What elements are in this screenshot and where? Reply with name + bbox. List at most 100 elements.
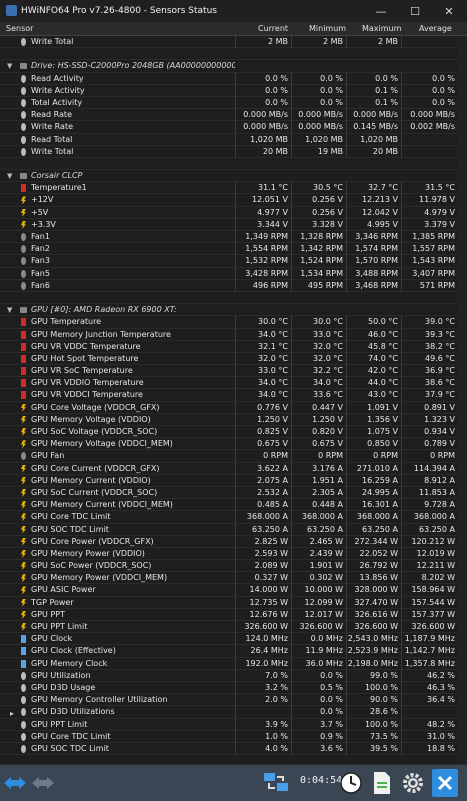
sensor-name: GPU Memory Power (VDDCI_MEM) [31,573,168,583]
minimize-button[interactable]: — [364,0,398,22]
average-value: 63.250 A [401,523,458,536]
sensor-row[interactable]: Read Total 1,020 MB 1,020 MB 1,020 MB [0,133,458,146]
sensor-row[interactable]: GPU Memory Power (VDDIO) 2.593 W 2.439 W 22… [0,547,458,561]
sensor-row[interactable]: GPU ASIC Power 14.000 W 10.000 W 328.000 W1… [0,584,458,597]
average-value: 49.6 °C [401,352,458,365]
sensor-row[interactable]: GPU Fan 0 RPM 0 RPM 0 RPM 0 RPM [0,450,458,463]
sensor-row[interactable]: GPU Memory Power (VDDCI_MEM) 0.327 W 0.302… [0,572,458,585]
sensor-row[interactable]: GPU SOC TDC Limit 4.0 % 3.6 % 39.5 % 18.8 % [0,742,458,756]
volt-icon [21,501,26,510]
sensor-row[interactable]: GPU VR VDDCI Temperature 34.0 °C 33.6 °C 43… [0,389,458,402]
report-icon[interactable] [370,769,394,797]
sensor-row[interactable]: GPU Temperature 30.0 °C 30.0 °C 50.0 °C 39.0… [0,316,458,329]
col-average[interactable]: Average [419,24,452,33]
sensor-row[interactable]: Write Total 2 MB 2 MB 2 MB [0,36,458,49]
sensor-row[interactable]: +12V 12.051 V 0.256 V 12.213 V 11.978 V [0,194,458,207]
nav-left-right-icon[interactable] [4,769,26,797]
sensor-row[interactable]: GPU Memory Voltage (VDDIO) 1.250 V 1.250 V… [0,413,458,426]
sensor-row[interactable]: GPU Memory Current (VDDIO) 2.075 A 1.951 A… [0,474,458,487]
hwinfo-app-icon [6,5,17,16]
sensor-row[interactable]: GPU VR SoC Temperature 33.0 °C 32.2 °C 42.0… [0,365,458,378]
sensor-row[interactable]: Fan5 3,428 RPM 1,534 RPM 3,488 RPM 3,407 RPM [0,267,458,280]
col-sensor[interactable]: Sensor [6,24,33,33]
sensor-row[interactable]: GPU VR VDDIO Temperature 34.0 °C 34.0 °C 44… [0,377,458,390]
col-minimum[interactable]: Minimum [309,24,346,33]
sensor-name: +3.3V [31,219,56,229]
current-value: 34.0 °C [235,328,291,341]
sensor-row[interactable]: +5V 4.977 V 0.256 V 12.042 V 4.979 V [0,206,458,219]
sensor-row[interactable]: GPU SoC Current (VDDCR_SOC) 2.532 A 2.305 … [0,486,458,500]
minimum-value: 368.000 A [291,511,346,524]
current-value: 3.622 A [235,462,291,475]
sensor-row[interactable]: Temperature1 31.1 °C 30.5 °C 32.7 °C 31.5 °C [0,182,458,195]
sensor-row[interactable]: Fan2 1,554 RPM 1,342 RPM 1,574 RPM 1,557 RPM [0,243,458,256]
minimum-value: 0.0 % [291,706,346,719]
sensor-name: GPU Memory Power (VDDIO) [31,548,145,558]
sensor-group-header[interactable]: ▼ GPU [#0]: AMD Radeon RX 6900 XT: [0,304,458,317]
expand-chevron-icon[interactable]: ▸ [10,708,15,718]
sensor-row[interactable]: GPU Core Current (VDDCR_GFX) 3.622 A 3.176… [0,462,458,475]
close-sensors-button[interactable] [432,769,458,797]
sensor-row[interactable]: GPU Hot Spot Temperature 32.0 °C 32.0 °C 74… [0,352,458,366]
sensor-row[interactable]: Fan3 1,532 RPM 1,524 RPM 1,570 RPM 1,543 RPM [0,255,458,268]
maximize-button[interactable]: ☐ [398,0,432,22]
clock-reset-icon[interactable] [338,769,364,797]
settings-gear-icon[interactable] [400,769,426,797]
sensor-row[interactable]: GPU Core TDC Limit 368.000 A 368.000 A 368.… [0,511,458,524]
sensor-group-header[interactable]: ▼ Corsair CLCP [0,170,458,183]
sensor-row[interactable]: GPU Memory Junction Temperature 34.0 °C 33… [0,328,458,341]
sensor-row[interactable]: TGP Power 12.735 W 12.099 W 327.470 W 157.54… [0,596,458,609]
maximum-value: 0.145 MB/s [346,121,401,134]
sensor-row[interactable]: GPU Memory Current (VDDCI_MEM) 0.485 A 0.4… [0,499,458,512]
sensor-list[interactable]: Write Total 2 MB 2 MB 2 MB ▼ Drive: HS-SSD-C2… [0,36,458,764]
sensor-row[interactable]: GPU D3D Usage 3.2 % 0.5 % 100.0 % 46.3 % [0,681,458,695]
sensor-row[interactable]: GPU Memory Voltage (VDDCI_MEM) 0.675 V 0.6… [0,438,458,451]
average-value: 158.964 W [401,584,458,597]
close-window-button[interactable]: ✕ [432,0,466,22]
sensor-row[interactable]: GPU SOC TDC Limit 63.250 A 63.250 A 63.250 … [0,523,458,536]
col-maximum[interactable]: Maximum [362,24,401,33]
percent-icon [21,732,26,741]
sensor-row[interactable]: GPU Utilization 7.0 % 0.0 % 99.0 % 46.2 % [0,669,458,682]
sensor-row[interactable]: Read Rate 0.000 MB/s 0.000 MB/s 0.000 MB/s 0… [0,109,458,122]
sensor-row[interactable]: GPU Core Voltage (VDDCR_GFX) 0.776 V 0.447… [0,401,458,414]
sensor-row[interactable]: GPU Clock (Effective) 26.4 MHz 11.9 MHz 2,5… [0,645,458,658]
sensor-row[interactable]: Write Activity 0.0 % 0.0 % 0.1 % 0.0 % [0,84,458,97]
sensor-row[interactable]: GPU VR VDDC Temperature 32.1 °C 32.0 °C 45.… [0,340,458,353]
sensor-row[interactable]: GPU Clock 124.0 MHz 0.0 MHz 2,543.0 MHz 1,18… [0,633,458,646]
sensor-row[interactable]: +3.3V 3.344 V 3.328 V 4.995 V 3.379 V [0,218,458,231]
sensor-row[interactable]: GPU SoC Power (VDDCR_SOC) 2.089 W 1.901 W2… [0,560,458,573]
maximum-value: 1.075 V [346,426,401,438]
col-current[interactable]: Current [258,24,288,33]
vertical-scrollbar[interactable] [458,36,467,764]
fan-icon [21,257,26,266]
minimum-value: 19 MB [291,145,346,158]
sensor-row[interactable]: GPU Memory Controller Utilization 2.0 % 0.… [0,694,458,707]
average-value: 46.2 % [401,669,458,682]
sensor-row[interactable]: Fan1 1,349 RPM 1,328 RPM 3,346 RPM 1,385 RPM [0,231,458,244]
sensor-row[interactable]: GPU PPT Limit 326.600 W 326.600 W 326.600 W… [0,621,458,634]
sensor-row[interactable]: GPU Memory Clock 192.0 MHz 36.0 MHz 2,198.0… [0,657,458,670]
sensor-name: GPU Fan [31,451,65,461]
current-value: 0.0 % [235,72,291,85]
sensor-row[interactable]: Write Total 20 MB 19 MB 20 MB [0,145,458,158]
sensor-row[interactable]: GPU PPT 12.676 W 12.017 W 326.616 W 157.377 … [0,608,458,621]
sensor-row[interactable]: Total Activity 0.0 % 0.0 % 0.1 % 0.0 % [0,96,458,110]
sensor-row[interactable]: GPU Core Power (VDDCR_GFX) 2.825 W 2.465 W… [0,535,458,548]
sensor-row[interactable]: Read Activity 0.0 % 0.0 % 0.0 % 0.0 % [0,72,458,85]
sensor-row[interactable]: GPU Core TDC Limit 1.0 % 0.9 % 73.5 % 31.0 % [0,730,458,743]
sensor-name: Fan1 [31,232,50,241]
collapse-chevron-icon[interactable]: ▼ [7,170,12,182]
sensor-row[interactable]: Write Rate 0.000 MB/s 0.000 MB/s 0.145 MB/s… [0,121,458,134]
circle-icon [21,86,26,95]
network-icon[interactable] [262,769,290,797]
collapse-chevron-icon[interactable]: ▼ [7,60,12,72]
sensor-row[interactable]: ▸ GPU D3D Utilizations 0.0 % 28.6 % [0,706,458,719]
collapse-chevron-icon[interactable]: ▼ [7,304,12,316]
sensor-row[interactable]: GPU PPT Limit 3.9 % 3.7 % 100.0 % 48.2 % [0,718,458,731]
sensor-row[interactable]: GPU SoC Voltage (VDDCR_SOC) 0.825 V 0.820 … [0,426,458,439]
sensor-row[interactable]: Fan6 496 RPM 495 RPM 3,468 RPM 571 RPM [0,279,458,292]
nav-collapse-icon[interactable] [32,769,54,797]
sensor-group-header[interactable]: ▼ Drive: HS-SSD-C2000Pro 2048GB (AA000000… [0,60,458,73]
average-value: 571 RPM [401,279,458,292]
